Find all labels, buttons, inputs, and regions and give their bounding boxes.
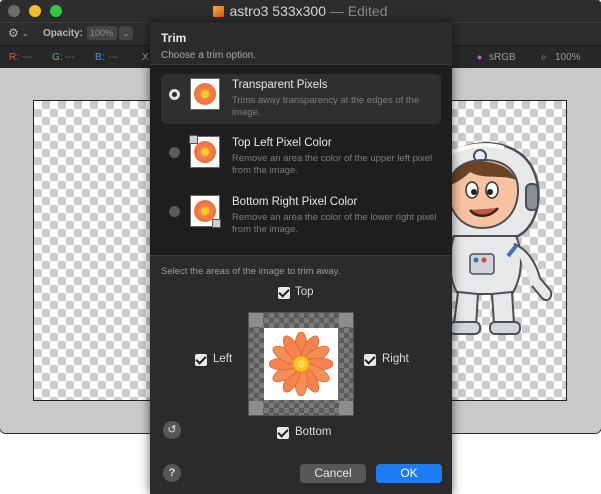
ok-button[interactable]: OK: [376, 464, 442, 483]
sheet-subtitle: Choose a trim option.: [161, 50, 257, 61]
left-checkbox-label[interactable]: Left: [213, 353, 232, 365]
right-checkbox[interactable]: [364, 354, 376, 366]
option-description: Trims away transparency at the edges of …: [232, 95, 420, 118]
left-checkbox[interactable]: [195, 354, 207, 366]
option-title: Bottom Right Pixel Color: [232, 196, 358, 208]
color-profile-icon: ●: [477, 52, 483, 62]
document-icon: [213, 6, 225, 17]
edited-indicator: — Edited: [329, 3, 388, 19]
window-title-text: astro3 533x300: [229, 3, 327, 19]
flower-image: [269, 332, 333, 396]
trim-sheet: Trim Choose a trim option. Transparent P…: [150, 22, 452, 494]
option-description: Remove an area the color of the lower ri…: [232, 212, 437, 235]
opacity-input[interactable]: 100%: [87, 26, 117, 40]
x-label: X: [142, 52, 149, 63]
red-label: R:: [9, 52, 19, 63]
top-checkbox-label[interactable]: Top: [295, 286, 314, 298]
option-title: Top Left Pixel Color: [232, 137, 332, 149]
option-description: Remove an area the color of the upper le…: [232, 153, 433, 176]
window-title: astro3 533x300 — Edited: [0, 3, 601, 19]
transparent-pixels-thumbnail: [190, 78, 220, 110]
top-checkbox[interactable]: [278, 287, 290, 299]
zoom-icon: ⌕: [541, 52, 547, 63]
cancel-button[interactable]: Cancel: [300, 464, 366, 483]
radio-transparent-pixels[interactable]: [169, 89, 180, 100]
title-bar: astro3 533x300 — Edited: [0, 0, 601, 22]
sheet-title: Trim: [161, 31, 187, 45]
bottom-checkbox-label[interactable]: Bottom: [295, 426, 331, 438]
right-checkbox-label[interactable]: Right: [382, 353, 409, 365]
option-title: Transparent Pixels: [232, 79, 328, 91]
top-left-pixel-thumbnail: [189, 135, 220, 168]
radio-bottom-right-pixel-color[interactable]: [169, 206, 180, 217]
blue-value: ---: [108, 52, 118, 63]
option-bottom-right-pixel-color[interactable]: Bottom Right Pixel Color Remove an area …: [161, 191, 441, 241]
opacity-dropdown[interactable]: ⌄: [119, 26, 133, 40]
red-value: ---: [22, 52, 32, 63]
areas-label: Select the areas of the image to trim aw…: [161, 266, 341, 277]
opacity-label: Opacity:: [43, 28, 84, 39]
gear-icon[interactable]: ⚙: [8, 26, 19, 40]
trim-preview: [248, 312, 354, 416]
color-profile: sRGB: [489, 52, 516, 63]
blue-label: B:: [95, 52, 105, 63]
option-transparent-pixels[interactable]: Transparent Pixels Trims away transparen…: [161, 74, 441, 124]
chevron-down-icon[interactable]: ⌄: [22, 29, 29, 38]
help-icon[interactable]: ?: [163, 464, 181, 482]
reset-icon[interactable]: ↺: [163, 421, 181, 439]
preview-image: [264, 328, 338, 400]
zoom-level: 100%: [555, 52, 581, 63]
bottom-checkbox[interactable]: [277, 427, 289, 439]
bottom-right-pixel-thumbnail: [190, 195, 221, 228]
green-value: ---: [65, 52, 75, 63]
option-top-left-pixel-color[interactable]: Top Left Pixel Color Remove an area the …: [161, 132, 441, 182]
trim-options: Transparent Pixels Trims away transparen…: [150, 64, 452, 256]
radio-top-left-pixel-color[interactable]: [169, 147, 180, 158]
green-label: G:: [52, 52, 63, 63]
